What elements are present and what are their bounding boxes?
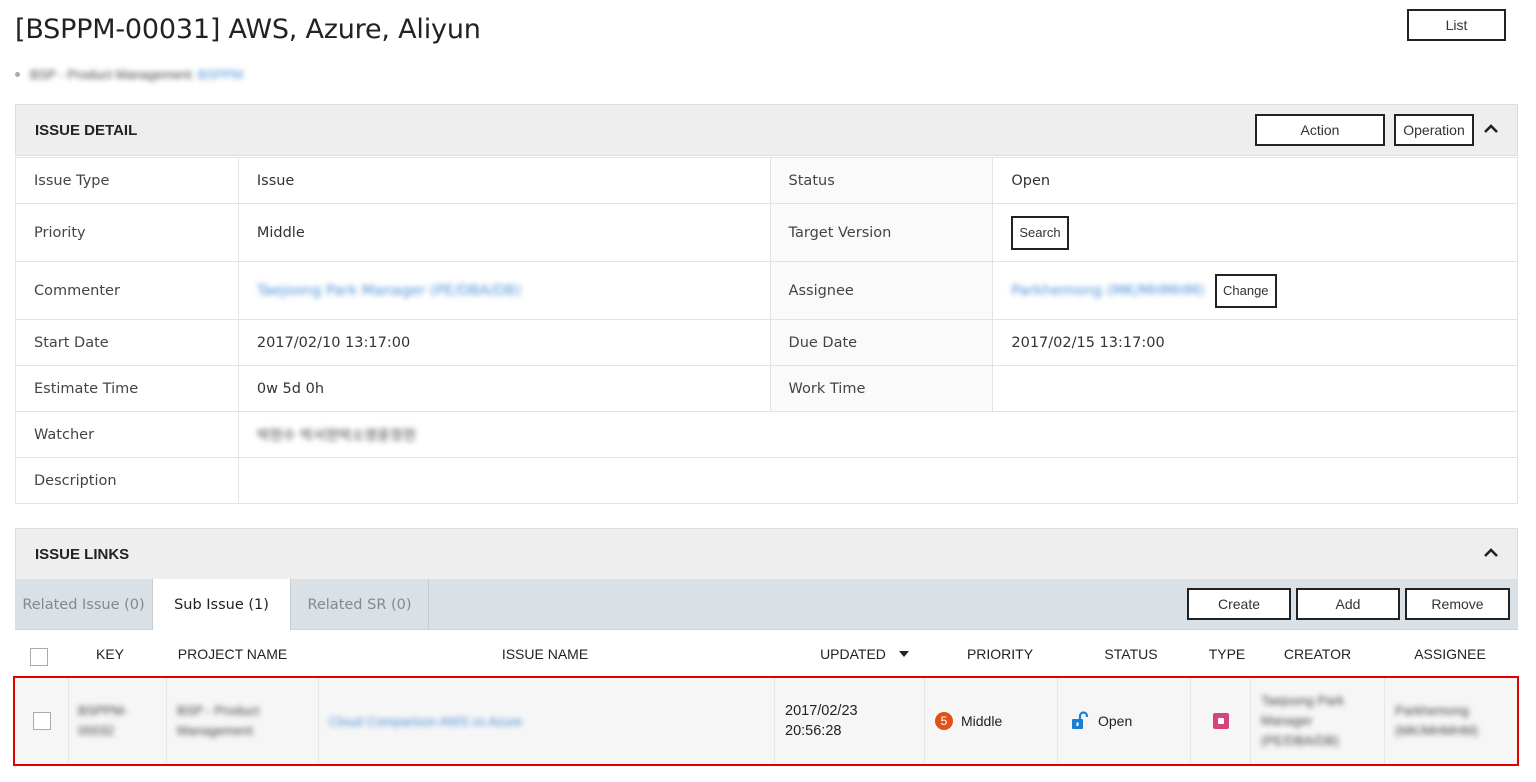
target-version-label: Target Version [769, 203, 994, 262]
col-assignee[interactable]: ASSIGNEE [1400, 631, 1500, 677]
row-creator-cell: Taejoong Park Manager (PE/DBA/DB) [1251, 678, 1385, 764]
row-type-cell [1191, 678, 1251, 764]
col-status[interactable]: STATUS [1081, 631, 1181, 677]
breadcrumb-project-link[interactable]: BSPPM [198, 67, 244, 82]
row-assignee: Parkhemong (MK/MHMHM) [1395, 703, 1479, 738]
assignee-change-button[interactable]: Change [1215, 273, 1277, 308]
col-updated[interactable]: UPDATED [805, 631, 925, 677]
row-creator: Taejoong Park Manager (PE/DBA/DB) [1261, 693, 1345, 748]
work-time-value [992, 365, 1518, 412]
status-label: Status [769, 157, 994, 204]
issue-type-label: Issue Type [15, 157, 239, 204]
due-date-value: 2017/02/15 13:17:00 [992, 319, 1518, 366]
create-button[interactable]: Create [1187, 588, 1291, 620]
sub-issue-list-header: KEY PROJECT NAME ISSUE NAME UPDATED PRIO… [15, 631, 1518, 677]
commenter-label: Commenter [15, 261, 239, 320]
issue-type-value: Issue [237, 157, 771, 204]
issue-detail-title: ISSUE DETAIL [35, 121, 138, 139]
description-label: Description [15, 457, 239, 504]
select-all-checkbox[interactable] [30, 648, 48, 666]
description-value [237, 457, 1519, 504]
row-status-cell: Open [1058, 678, 1191, 764]
row-assignee-cell: Parkhemong (MK/MHMHM) [1385, 678, 1517, 764]
add-button[interactable]: Add [1296, 588, 1400, 620]
row-status: Open [1098, 713, 1133, 729]
assignee-link[interactable]: Parkhemong (MK/MHMHM) [1011, 283, 1204, 299]
row-priority-cell: 5 Middle [925, 678, 1058, 764]
col-issue-name[interactable]: ISSUE NAME [320, 631, 770, 677]
issue-links-title: ISSUE LINKS [35, 545, 130, 563]
tab-sub-issue[interactable]: Sub Issue (1) [153, 579, 291, 630]
col-type[interactable]: TYPE [1197, 631, 1257, 677]
col-creator[interactable]: CREATOR [1265, 631, 1370, 677]
bullet-icon [15, 71, 20, 77]
commenter-link[interactable]: Taejoong Park Manager (PE/DBA/DB) [257, 283, 521, 299]
issue-detail-table: Issue Type Issue Status Open Priority Mi… [15, 157, 1519, 504]
breadcrumb-project: BSP - Product Management [30, 66, 192, 82]
row-project-name: BSP - Product Management [177, 703, 260, 738]
watcher-label: Watcher [15, 411, 239, 458]
row-checkbox[interactable] [32, 712, 51, 730]
priority-label: Priority [15, 203, 239, 262]
row-key-cell: BSPPM-00032 [69, 678, 167, 764]
remove-button[interactable]: Remove [1405, 588, 1510, 620]
issue-links-tabs: Related Issue (0) Sub Issue (1) Related … [15, 579, 1518, 630]
target-version-search-button[interactable]: Search [1011, 215, 1069, 250]
sort-desc-icon [898, 651, 909, 657]
issue-links-header: ISSUE LINKS [15, 528, 1518, 580]
assignee-label: Assignee [769, 261, 994, 320]
due-date-label: Due Date [769, 319, 994, 366]
estimate-time-label: Estimate Time [15, 365, 239, 412]
estimate-time-value: 0w 5d 0h [237, 365, 771, 412]
col-project-name[interactable]: PROJECT NAME [165, 631, 300, 677]
unlock-icon [1072, 711, 1089, 729]
row-updated-date: 2017/02/23 [785, 703, 858, 719]
tab-related-issue[interactable]: Related Issue (0) [15, 579, 153, 630]
breadcrumb: BSP - Product Management BSPPM [15, 66, 243, 82]
table-row[interactable]: BSPPM-00032 BSP - Product Management Clo… [13, 676, 1519, 766]
status-value: Open [992, 157, 1518, 204]
row-project-cell: BSP - Product Management [167, 678, 319, 764]
tab-related-sr[interactable]: Related SR (0) [291, 579, 429, 630]
issue-type-icon [1212, 713, 1229, 729]
list-button[interactable]: List [1407, 9, 1506, 41]
priority-value: Middle [237, 203, 771, 262]
start-date-value: 2017/02/10 13:17:00 [237, 319, 771, 366]
work-time-label: Work Time [769, 365, 994, 412]
watcher-value: 박현수 박서현박소영윤정현 [256, 427, 416, 444]
row-issue-name-cell: Cloud Comparison AWS vs Azure [319, 678, 775, 764]
col-key[interactable]: KEY [70, 631, 150, 677]
row-updated-cell: 2017/02/23 20:56:28 [775, 678, 925, 764]
collapse-chevron-up-icon[interactable] [1481, 119, 1501, 139]
start-date-label: Start Date [15, 319, 239, 366]
row-issue-name-link[interactable]: Cloud Comparison AWS vs Azure [329, 714, 522, 729]
col-priority[interactable]: PRIORITY [950, 631, 1050, 677]
collapse-chevron-up-icon[interactable] [1481, 543, 1501, 563]
row-updated-time: 20:56:28 [785, 723, 842, 739]
col-updated-label: UPDATED [820, 646, 886, 662]
page-title: [BSPPM-00031] AWS, Azure, Aliyun [15, 14, 481, 45]
priority-badge-icon: 5 [935, 712, 953, 730]
row-priority: Middle [961, 713, 1003, 729]
action-button[interactable]: Action [1255, 114, 1385, 146]
row-key[interactable]: BSPPM-00032 [78, 701, 138, 741]
row-checkbox-cell [15, 678, 69, 764]
issue-detail-header: ISSUE DETAIL Action Operation [15, 104, 1518, 156]
operation-button[interactable]: Operation [1394, 114, 1474, 146]
